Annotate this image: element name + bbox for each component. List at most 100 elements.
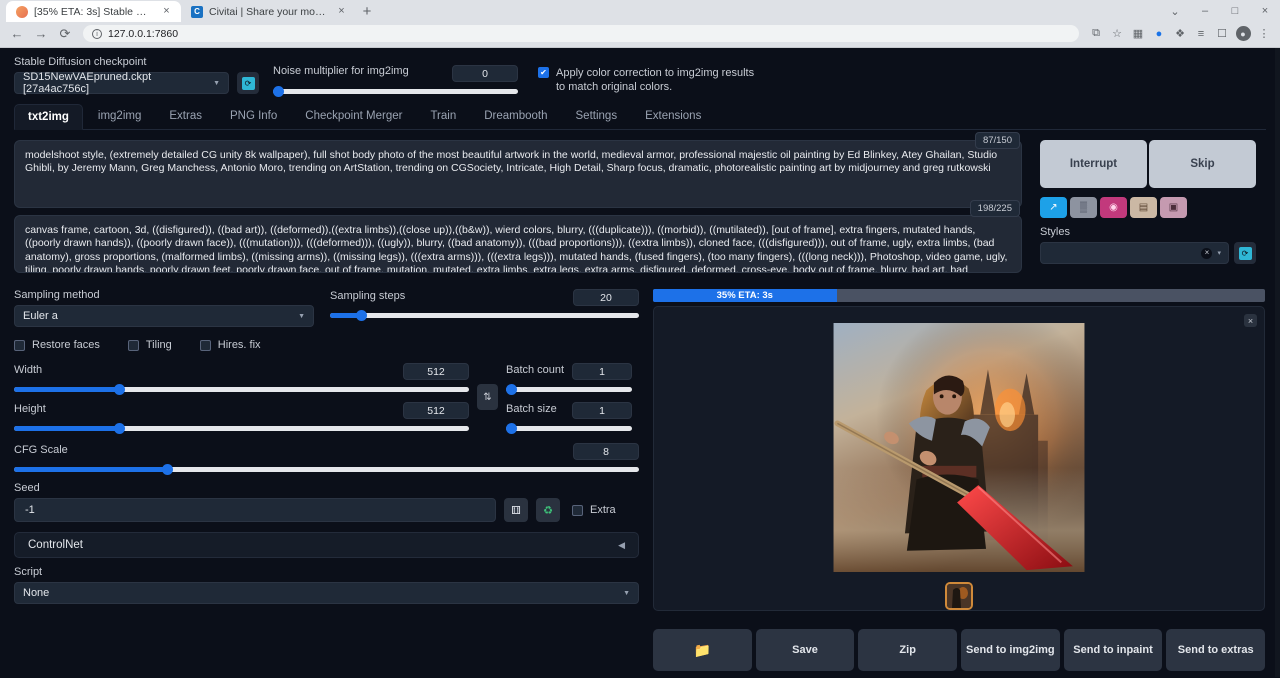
- restore-progress-icon[interactable]: ↗: [1040, 197, 1067, 218]
- restore-faces-option[interactable]: Restore faces: [14, 339, 100, 351]
- noise-multiplier-value[interactable]: 0: [452, 65, 518, 82]
- hires-fix-checkbox[interactable]: [200, 340, 211, 351]
- tab-settings[interactable]: Settings: [563, 104, 631, 129]
- send-to-img2img-button[interactable]: Send to img2img: [961, 629, 1060, 671]
- profile-avatar-icon[interactable]: ●: [1233, 24, 1253, 44]
- styles-label: Styles: [1040, 226, 1256, 238]
- extra-networks-icon[interactable]: ◉: [1100, 197, 1127, 218]
- side-panel-icon[interactable]: ☐: [1212, 24, 1232, 44]
- site-info-icon[interactable]: i: [92, 29, 102, 39]
- hires-fix-option[interactable]: Hires. fix: [200, 339, 261, 351]
- generated-image[interactable]: [829, 323, 1089, 572]
- cfg-scale-slider[interactable]: [14, 467, 639, 472]
- close-icon[interactable]: ×: [335, 5, 348, 18]
- script-select[interactable]: None ▼: [14, 582, 639, 604]
- tiling-option[interactable]: Tiling: [128, 339, 172, 351]
- extensions-icon[interactable]: ▦: [1128, 24, 1148, 44]
- styles-select[interactable]: × ▾: [1040, 242, 1229, 264]
- interrupt-button[interactable]: Interrupt: [1040, 140, 1147, 188]
- open-folder-button[interactable]: 📁: [653, 629, 752, 671]
- stable-diffusion-favicon-icon: [16, 6, 28, 18]
- tab-extensions[interactable]: Extensions: [632, 104, 714, 129]
- noise-multiplier-slider[interactable]: [273, 89, 518, 94]
- tab-dreambooth[interactable]: Dreambooth: [471, 104, 560, 129]
- clear-prompt-icon[interactable]: ▒: [1070, 197, 1097, 218]
- save-style-icon[interactable]: ▣: [1160, 197, 1187, 218]
- maximize-icon[interactable]: □: [1220, 0, 1250, 22]
- browser-tab-stable-diffusion[interactable]: [35% ETA: 3s] Stable Diffusion ×: [6, 1, 181, 22]
- batch-size-slider[interactable]: [506, 426, 632, 431]
- reuse-seed-button[interactable]: ♻: [536, 498, 560, 522]
- menu-kebab-icon[interactable]: ⋮: [1254, 24, 1274, 44]
- positive-prompt-input[interactable]: modelshoot style, (extremely detailed CG…: [14, 140, 1022, 208]
- sampling-method-select[interactable]: Euler a ▼: [14, 305, 314, 327]
- bookmark-star-icon[interactable]: ☆: [1107, 24, 1127, 44]
- height-value[interactable]: 512: [403, 402, 469, 419]
- reload-icon[interactable]: ⟳: [54, 24, 76, 44]
- restore-faces-checkbox[interactable]: [14, 340, 25, 351]
- refresh-styles-button[interactable]: ⟳: [1234, 242, 1256, 264]
- close-gallery-icon[interactable]: ×: [1244, 314, 1257, 327]
- batch-count-value[interactable]: 1: [572, 363, 632, 380]
- tab-train[interactable]: Train: [417, 104, 469, 129]
- tab-txt2img[interactable]: txt2img: [14, 104, 83, 130]
- send-to-inpaint-button[interactable]: Send to inpaint: [1064, 629, 1163, 671]
- extra-seed-option[interactable]: Extra: [572, 504, 616, 516]
- extra-seed-checkbox[interactable]: [572, 505, 583, 516]
- tab-checkpoint-merger[interactable]: Checkpoint Merger: [292, 104, 415, 129]
- reading-list-icon[interactable]: ≡: [1191, 24, 1211, 44]
- sampling-method-label: Sampling method: [14, 289, 314, 301]
- puzzle-icon[interactable]: ❖: [1170, 24, 1190, 44]
- cfg-scale-field: CFG Scale 8: [14, 443, 639, 472]
- seed-input[interactable]: -1: [14, 498, 496, 522]
- swap-dimensions-button[interactable]: ⇅: [477, 384, 498, 410]
- width-slider[interactable]: [14, 387, 469, 392]
- cfg-scale-value[interactable]: 8: [573, 443, 639, 460]
- sync-icon[interactable]: ●: [1149, 24, 1169, 44]
- refresh-checkpoint-button[interactable]: ⟳: [237, 72, 259, 94]
- checkpoint-label: Stable Diffusion checkpoint: [14, 56, 229, 68]
- page-scrollbar[interactable]: [1275, 48, 1280, 677]
- send-to-extras-button[interactable]: Send to extras: [1166, 629, 1265, 671]
- width-value[interactable]: 512: [403, 363, 469, 380]
- close-icon[interactable]: ×: [160, 5, 173, 18]
- clear-styles-icon[interactable]: ×: [1201, 248, 1212, 259]
- checkpoint-select[interactable]: SD15NewVAEpruned.ckpt [27a4ac756c] ▼: [14, 72, 229, 94]
- tab-extras[interactable]: Extras: [156, 104, 215, 129]
- tiling-checkbox[interactable]: [128, 340, 139, 351]
- share-icon[interactable]: ⧉: [1086, 24, 1106, 44]
- sampling-steps-slider[interactable]: [330, 313, 639, 318]
- tab-title: [35% ETA: 3s] Stable Diffusion: [34, 6, 154, 18]
- gallery-thumbnail[interactable]: [945, 582, 973, 610]
- script-field: Script None ▼: [14, 566, 639, 604]
- close-window-icon[interactable]: ×: [1250, 0, 1280, 22]
- styles-row: × ▾ ⟳: [1040, 242, 1256, 264]
- skip-button[interactable]: Skip: [1149, 140, 1256, 188]
- back-arrow-icon[interactable]: ←: [6, 24, 28, 44]
- batch-size-value[interactable]: 1: [572, 402, 632, 419]
- browser-tab-civitai[interactable]: C Civitai | Share your models ×: [181, 1, 356, 22]
- new-tab-button[interactable]: +: [356, 2, 378, 22]
- random-seed-button[interactable]: ⚅: [504, 498, 528, 522]
- negative-prompt-input[interactable]: canvas frame, cartoon, 3d, ((disfigured)…: [14, 215, 1022, 273]
- address-bar[interactable]: i 127.0.0.1:7860: [83, 25, 1079, 42]
- tab-img2img[interactable]: img2img: [85, 104, 154, 129]
- forward-arrow-icon[interactable]: →: [30, 24, 52, 44]
- batch-count-slider[interactable]: [506, 387, 632, 392]
- prompt-area: modelshoot style, (extremely detailed CG…: [14, 140, 1026, 273]
- prompt-column: modelshoot style, (extremely detailed CG…: [14, 140, 1026, 273]
- controlnet-accordion[interactable]: ControlNet ◀: [14, 532, 639, 558]
- paste-style-icon[interactable]: ▤: [1130, 197, 1157, 218]
- restore-faces-label: Restore faces: [32, 339, 100, 351]
- minimize-icon[interactable]: –: [1190, 0, 1220, 22]
- tab-search-chevron-down-icon[interactable]: ⌄: [1160, 0, 1190, 22]
- zip-button[interactable]: Zip: [858, 629, 957, 671]
- sampling-row: Sampling method Euler a ▼ Sampling steps…: [14, 289, 639, 327]
- tab-png-info[interactable]: PNG Info: [217, 104, 290, 129]
- height-slider[interactable]: [14, 426, 469, 431]
- dimensions-row: Width 512 Height 512: [14, 363, 639, 431]
- color-correction-checkbox[interactable]: ✔: [538, 67, 549, 78]
- save-button[interactable]: Save: [756, 629, 855, 671]
- color-correction-option[interactable]: ✔ Apply color correction to img2img resu…: [538, 66, 763, 94]
- sampling-steps-value[interactable]: 20: [573, 289, 639, 306]
